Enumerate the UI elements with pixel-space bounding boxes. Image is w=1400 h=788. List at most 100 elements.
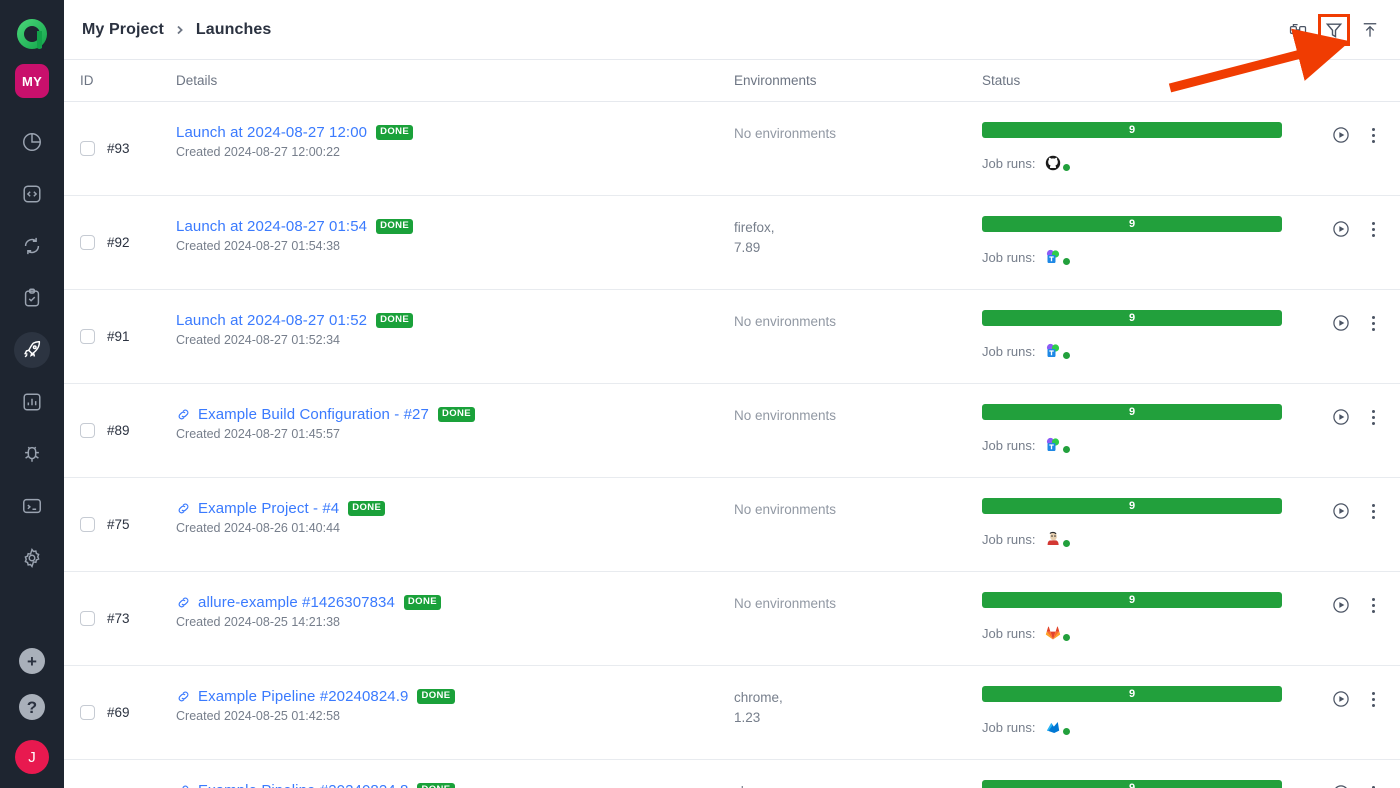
row-status-cell: 9 Job runs: [982, 666, 1400, 759]
row-details-cell: Example Build Configuration - #27 DONE Cre… [176, 384, 734, 477]
launch-title-link[interactable]: Example Project - #4 [198, 500, 339, 517]
environment-line: No environments [734, 502, 837, 517]
run-button[interactable] [1328, 310, 1354, 336]
row-status-cell: 9 Job runs: [982, 290, 1400, 383]
table-row[interactable]: #73 allure-example #1426307834 DONE Created… [64, 572, 1400, 666]
table-row[interactable]: #89 Example Build Configuration - #27 DONE… [64, 384, 1400, 478]
project-badge[interactable]: MY [15, 64, 49, 98]
add-button[interactable]: + [19, 648, 45, 674]
row-id-cell: #69 [64, 666, 176, 759]
launch-title-link[interactable]: allure-example #1426307834 [198, 594, 395, 611]
row-menu-button[interactable] [1360, 122, 1386, 148]
sidebar-item-defects[interactable] [14, 436, 50, 472]
launch-title-link[interactable]: Launch at 2024-08-27 12:00 [176, 124, 367, 141]
sidebar-item-dashboards[interactable] [14, 124, 50, 160]
environment-line: No environments [734, 596, 837, 611]
sidebar-item-analytics[interactable] [14, 384, 50, 420]
filter-icon[interactable] [1318, 13, 1350, 46]
environment-line: 1.23 [734, 709, 761, 725]
run-button[interactable] [1328, 498, 1354, 524]
status-progress-bar[interactable]: 9 [982, 404, 1282, 420]
table-row[interactable]: Example Pipeline #20240824.8 DONE chrome, 9 [64, 760, 1400, 788]
row-checkbox[interactable] [80, 235, 95, 250]
row-menu-button[interactable] [1360, 498, 1386, 524]
run-button[interactable] [1328, 404, 1354, 430]
run-button[interactable] [1328, 686, 1354, 712]
allure-logo[interactable] [10, 12, 54, 56]
row-menu-button[interactable] [1360, 592, 1386, 618]
row-menu-button[interactable] [1360, 404, 1386, 430]
table-row[interactable]: #69 Example Pipeline #20240824.9 DONE Creat… [64, 666, 1400, 760]
job-run-status-dot [1062, 727, 1072, 736]
launch-title-link[interactable]: Launch at 2024-08-27 01:52 [176, 312, 367, 329]
sidebar-item-jobs[interactable] [14, 488, 50, 524]
avatar[interactable]: J [15, 740, 49, 774]
breadcrumb-project[interactable]: My Project [82, 21, 164, 39]
help-button[interactable]: ? [19, 694, 45, 720]
environment-line: No environments [734, 408, 837, 423]
link-icon [176, 689, 191, 704]
sidebar-item-launches[interactable] [14, 332, 50, 368]
table-row[interactable]: #93 Launch at 2024-08-27 12:00 DONE Created… [64, 102, 1400, 196]
main-content: My Project Launches ID Details Environme… [64, 0, 1400, 788]
row-details-cell: Example Pipeline #20240824.9 DONE Created … [176, 666, 734, 759]
row-checkbox[interactable] [80, 517, 95, 532]
run-button[interactable] [1328, 592, 1354, 618]
launch-title-link[interactable]: Launch at 2024-08-27 01:54 [176, 218, 367, 235]
job-run-avatar[interactable] [1045, 530, 1072, 548]
status-badge: DONE [417, 783, 455, 788]
row-environments-cell: No environments [734, 102, 982, 195]
status-progress-bar[interactable]: 9 [982, 498, 1282, 514]
table-row[interactable]: #91 Launch at 2024-08-27 01:52 DONE Created… [64, 290, 1400, 384]
launch-title-link[interactable]: Example Pipeline #20240824.9 [198, 688, 408, 705]
status-progress-bar[interactable]: 9 [982, 122, 1282, 138]
row-id-label: #93 [107, 141, 130, 156]
launch-title-link[interactable]: Example Pipeline #20240824.8 [198, 782, 408, 788]
row-menu-button[interactable] [1360, 686, 1386, 712]
run-button[interactable] [1328, 216, 1354, 242]
status-progress-bar[interactable]: 9 [982, 310, 1282, 326]
sidebar-item-settings[interactable] [14, 540, 50, 576]
clipboard-check-icon [21, 287, 43, 309]
row-menu-button[interactable] [1360, 310, 1386, 336]
sidebar-nav [14, 124, 50, 576]
run-button[interactable] [1328, 780, 1354, 788]
sidebar-item-test-plans[interactable] [14, 280, 50, 316]
job-run-avatar[interactable] [1045, 624, 1072, 642]
row-id-cell: #93 [64, 102, 176, 195]
row-menu-button[interactable] [1360, 780, 1386, 788]
row-checkbox[interactable] [80, 141, 95, 156]
row-created-label: Created 2024-08-27 01:52:34 [176, 333, 341, 347]
sidebar-item-test-cases-code[interactable] [14, 176, 50, 212]
table-row[interactable]: #92 Launch at 2024-08-27 01:54 DONE Created… [64, 196, 1400, 290]
sidebar-item-sync[interactable] [14, 228, 50, 264]
row-checkbox[interactable] [80, 329, 95, 344]
breadcrumb: My Project Launches [82, 21, 271, 39]
job-run-avatar[interactable] [1045, 436, 1072, 454]
job-run-avatar[interactable] [1045, 718, 1072, 736]
table-row[interactable]: #75 Example Project - #4 DONE Created 2024-… [64, 478, 1400, 572]
row-details-cell: Launch at 2024-08-27 12:00 DONE Created 20… [176, 102, 734, 195]
status-progress-bar[interactable]: 9 [982, 592, 1282, 608]
row-checkbox[interactable] [80, 705, 95, 720]
row-checkbox[interactable] [80, 611, 95, 626]
topbar: My Project Launches [64, 0, 1400, 60]
row-details-cell: Launch at 2024-08-27 01:52 DONE Created 20… [176, 290, 734, 383]
status-progress-bar[interactable]: 9 [982, 216, 1282, 232]
run-button[interactable] [1328, 122, 1354, 148]
job-run-avatar[interactable] [1045, 248, 1072, 266]
upload-icon[interactable] [1356, 16, 1384, 44]
link-icon [176, 501, 191, 516]
job-run-avatar[interactable] [1045, 154, 1072, 172]
status-progress-bar[interactable]: 9 [982, 686, 1282, 702]
status-progress-bar[interactable]: 9 [982, 780, 1282, 788]
row-menu-button[interactable] [1360, 216, 1386, 242]
status-badge: DONE [376, 313, 414, 328]
status-badge: DONE [376, 125, 414, 140]
job-run-avatar[interactable] [1045, 342, 1072, 360]
row-checkbox[interactable] [80, 423, 95, 438]
column-header-details: Details [176, 73, 218, 88]
launch-title-link[interactable]: Example Build Configuration - #27 [198, 406, 429, 423]
column-header-status: Status [982, 73, 1021, 88]
compare-icon[interactable] [1284, 16, 1312, 44]
